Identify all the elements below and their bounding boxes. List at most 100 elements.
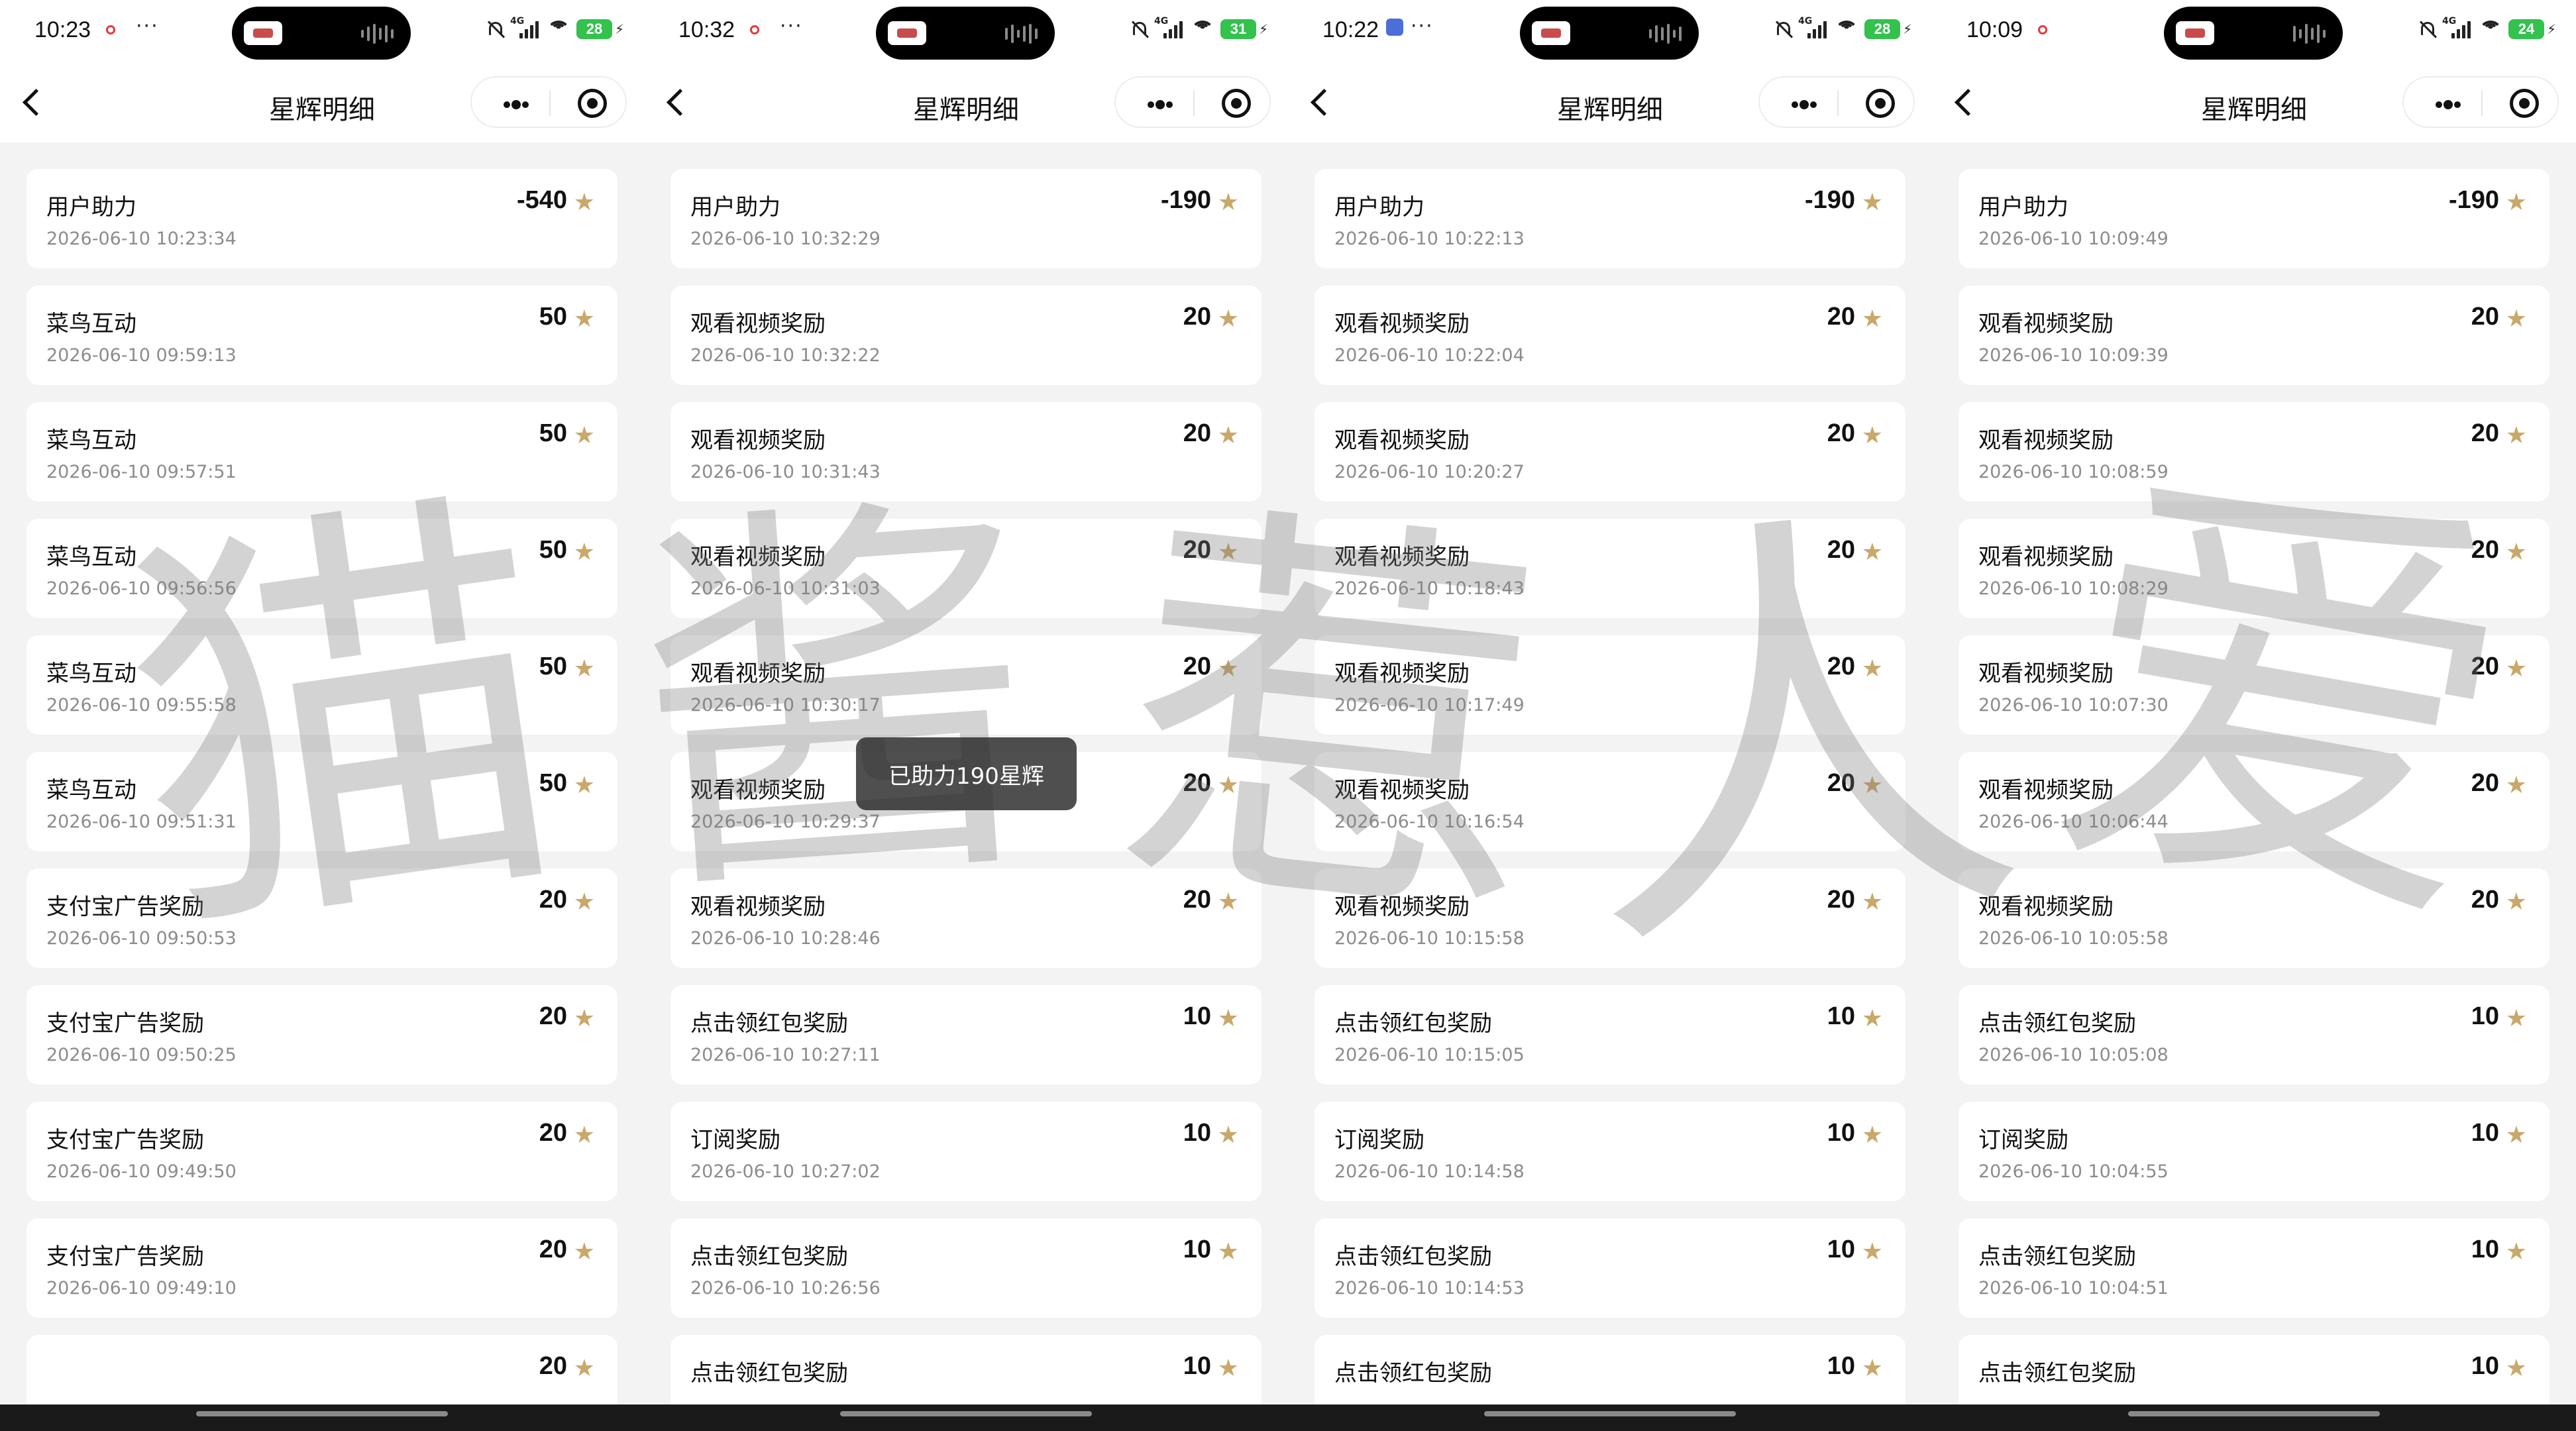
close-mini-program-icon[interactable] [1866,89,1895,118]
record-amount: 20 [539,1352,567,1380]
record-time: 2026-06-10 09:51:31 [46,812,237,832]
record-title: 点击领红包奖励 [1978,1010,2136,1037]
record-amount: 10 [2471,1002,2499,1030]
network-label: 4G [2442,16,2457,26]
record-item: 观看视频奖励 2026-06-10 10:08:29 20 ★ [1959,519,2549,618]
record-item: 观看视频奖励 2026-06-10 10:32:22 20 ★ [671,286,1261,385]
more-options-icon[interactable] [1148,100,1173,109]
recording-dot-icon [750,25,759,34]
star-icon: ★ [1861,1355,1883,1382]
record-amount: 50 [539,536,567,564]
record-item: 用户助力 2026-06-10 10:09:49 -190 ★ [1959,169,2549,268]
record-title: 观看视频奖励 [1334,894,1470,920]
record-time: 2026-06-10 09:57:51 [46,462,237,482]
star-icon: ★ [573,1238,595,1265]
star-icon: ★ [2505,1005,2527,1032]
record-time: 2026-06-10 09:49:50 [46,1161,237,1182]
record-amount: 20 [539,1119,567,1147]
record-title: 观看视频奖励 [690,311,826,337]
record-title: 观看视频奖励 [690,544,826,570]
record-item: 支付宝广告奖励 2026-06-10 09:49:50 20 ★ [27,1102,617,1201]
home-indicator-bar[interactable] [196,1411,448,1416]
nav-bar: 星辉明细 [1288,63,1932,142]
more-options-icon[interactable] [2436,100,2461,109]
dynamic-island[interactable] [2164,7,2343,60]
recording-dot-icon [106,25,115,34]
home-indicator-bar[interactable] [840,1411,1092,1416]
app-notification-icon [1386,19,1403,36]
record-title: 点击领红包奖励 [690,1010,848,1037]
record-item: 观看视频奖励 2026-06-10 10:09:39 20 ★ [1959,286,2549,385]
nav-bar: 星辉明细 [1932,63,2576,142]
star-icon: ★ [2505,539,2527,566]
record-amount: 10 [2471,1352,2499,1380]
close-mini-program-icon[interactable] [2510,89,2539,118]
star-icon: ★ [573,888,595,916]
record-time: 2026-06-10 10:29:37 [690,812,881,832]
more-options-icon[interactable] [504,100,529,109]
star-icon: ★ [573,305,595,333]
record-amount: 20 [2471,536,2499,564]
battery-level: 24 [2508,19,2544,39]
record-title: 观看视频奖励 [1334,544,1470,570]
record-time: 2026-06-10 09:50:53 [46,928,237,949]
record-item: 支付宝广告奖励 2026-06-10 09:49:10 20 ★ [27,1218,617,1318]
record-time: 2026-06-10 10:07:30 [1978,695,2169,716]
record-item: 点击领红包奖励 2026-06-10 10:14:53 10 ★ [1315,1218,1905,1318]
home-indicator-bar[interactable] [2128,1411,2380,1416]
more-options-icon[interactable] [1792,100,1817,109]
status-bar: 10:09 4G 24 ⚡ [1932,0,2576,63]
music-app-icon [2176,21,2214,45]
status-icons: 4G 31 ⚡ [1130,16,1268,42]
star-icon: ★ [573,189,595,216]
record-title: 观看视频奖励 [1334,427,1470,454]
record-title: 菜鸟互动 [46,311,136,337]
record-item: 点击领红包奖励 2026-06-10 10:27:11 10 ★ [671,985,1261,1085]
record-title: 观看视频奖励 [1334,311,1470,337]
dynamic-island[interactable] [232,7,411,60]
status-icons: 4G 28 ⚡ [1774,16,1912,42]
status-time: 10:23 [34,17,91,42]
wifi-icon [546,19,571,39]
record-time: 2026-06-10 10:27:02 [690,1161,881,1182]
mini-program-capsule [1114,76,1271,128]
star-icon: ★ [1217,1238,1239,1265]
record-time: 2026-06-10 10:30:17 [690,695,881,716]
record-amount: 20 [1827,886,1855,914]
close-mini-program-icon[interactable] [578,89,607,118]
record-time: 2026-06-10 10:14:58 [1334,1161,1525,1182]
star-icon: ★ [1217,888,1239,916]
record-time: 2026-06-10 10:31:43 [690,462,881,482]
record-time: 2026-06-10 10:16:54 [1334,812,1525,832]
record-time: 2026-06-10 10:27:11 [690,1045,881,1065]
star-icon: ★ [1861,655,1883,682]
record-item: 观看视频奖励 2026-06-10 10:30:17 20 ★ [671,635,1261,735]
home-indicator-bar[interactable] [1484,1411,1736,1416]
star-icon: ★ [573,1355,595,1382]
record-time: 2026-06-10 10:09:39 [1978,345,2169,366]
star-icon: ★ [1217,189,1239,216]
record-amount: 20 [1183,886,1211,914]
close-mini-program-icon[interactable] [1222,89,1251,118]
mini-program-capsule [2402,76,2559,128]
dynamic-island[interactable] [1520,7,1699,60]
mute-bell-icon [1774,19,1793,39]
dynamic-island[interactable] [876,7,1055,60]
record-item: 菜鸟互动 2026-06-10 09:55:58 50 ★ [27,635,617,735]
star-icon: ★ [1861,1238,1883,1265]
capsule-divider [1837,91,1839,116]
record-item: 点击领红包奖励 2026-06-10 10:15:05 10 ★ [1315,985,1905,1085]
star-icon: ★ [573,539,595,566]
home-indicator [0,1404,644,1431]
record-amount: 20 [1183,536,1211,564]
mute-bell-icon [2418,19,2437,39]
home-indicator [644,1404,1288,1431]
status-time: 10:09 [1966,17,2023,42]
record-time: 2026-06-10 10:31:03 [690,578,881,599]
record-title: 菜鸟互动 [46,661,136,687]
record-time: 2026-06-10 10:22:04 [1334,345,1525,366]
status-time: 10:22 [1322,17,1379,42]
record-item: 观看视频奖励 2026-06-10 10:05:58 20 ★ [1959,869,2549,968]
phone-screen: 10:32 ··· 4G 31 ⚡ 星辉明细 用户助力 2026-06-10 10:32:29… [644,0,1288,1431]
record-amount: 20 [1827,653,1855,680]
